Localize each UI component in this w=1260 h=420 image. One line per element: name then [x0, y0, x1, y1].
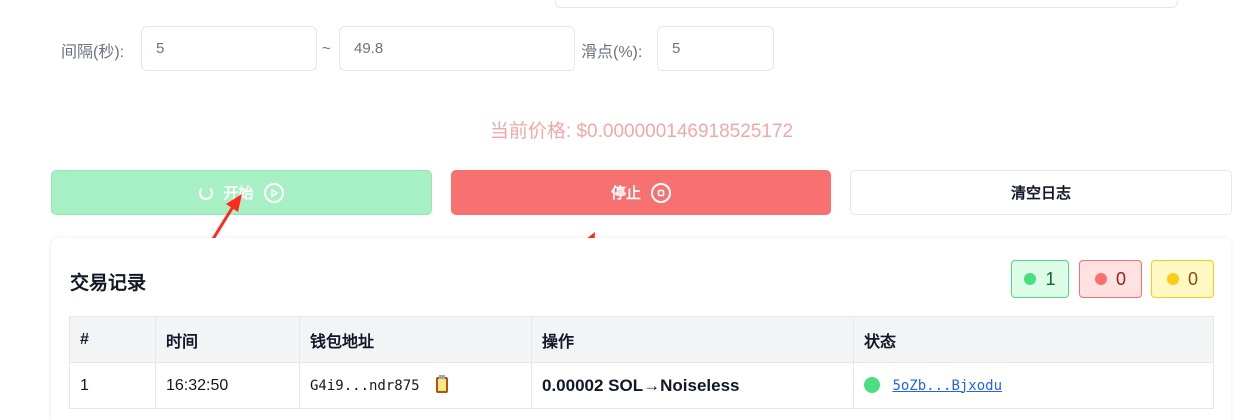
- success-count-badge: 1: [1011, 260, 1069, 298]
- trade-log-card: 交易记录 1 0 0 # 时间 钱包地址 操作 状态 1 16:32:50 G4…: [51, 238, 1231, 420]
- row-index: 1: [69, 362, 156, 409]
- start-button[interactable]: 开始: [51, 170, 432, 215]
- interval-label: 间隔(秒):: [61, 44, 125, 61]
- success-count: 1: [1045, 268, 1056, 289]
- pending-dot-icon: [1166, 273, 1179, 285]
- slippage-label: 滑点(%):: [581, 44, 643, 61]
- failed-count-badge: 0: [1079, 260, 1142, 298]
- row-wallet-cell: G4i9...ndr875: [299, 362, 532, 409]
- status-success-icon: [864, 377, 880, 394]
- tx-link[interactable]: 5oZb...Bjxodu: [892, 378, 1002, 394]
- col-index: #: [69, 316, 156, 363]
- pending-count-badge: 0: [1151, 260, 1214, 298]
- table-header-row: # 时间 钱包地址 操作 状态: [69, 316, 1214, 363]
- top-input-partial[interactable]: [555, 0, 1178, 8]
- col-time: 时间: [155, 316, 300, 363]
- success-dot-icon: [1024, 273, 1037, 285]
- failed-count: 0: [1115, 268, 1126, 289]
- clear-log-button[interactable]: 清空日志: [850, 170, 1232, 215]
- current-price: 当前价格: $0.000000146918525172: [489, 121, 794, 142]
- trade-log-title: 交易记录: [70, 273, 147, 294]
- clipboard-icon[interactable]: [436, 375, 449, 394]
- table-row: 1 16:32:50 G4i9...ndr875 0.00002 SOL→Noi…: [69, 362, 1214, 409]
- interval-max-input[interactable]: 49.8: [339, 26, 575, 71]
- wallet-address: G4i9...ndr875: [310, 377, 420, 394]
- slippage-input[interactable]: 5: [657, 26, 774, 71]
- interval-min-input[interactable]: 5: [141, 26, 317, 71]
- start-button-label: 开始: [223, 185, 254, 202]
- row-action-cell: 0.00002 SOL→Noiseless: [531, 362, 854, 409]
- range-separator: ~: [322, 40, 331, 57]
- failed-dot-icon: [1094, 273, 1107, 285]
- stop-button[interactable]: 停止: [451, 170, 831, 215]
- loading-spinner-icon: [199, 185, 214, 200]
- trade-log-table: # 时间 钱包地址 操作 状态 1 16:32:50 G4i9...ndr875…: [69, 316, 1214, 409]
- pending-count: 0: [1187, 268, 1198, 289]
- col-status: 状态: [853, 316, 1214, 363]
- row-action: 0.00002 SOL→Noiseless: [542, 375, 740, 395]
- play-icon: [263, 182, 284, 203]
- col-wallet: 钱包地址: [299, 316, 532, 363]
- col-action: 操作: [531, 316, 854, 363]
- row-time: 16:32:50: [155, 362, 300, 409]
- row-status-cell: 5oZb...Bjxodu: [853, 362, 1214, 409]
- stop-icon: [651, 182, 671, 203]
- stop-button-label: 停止: [610, 185, 641, 202]
- params-row: 间隔(秒): 5 ~ 49.8 滑点(%): 5: [0, 26, 1260, 71]
